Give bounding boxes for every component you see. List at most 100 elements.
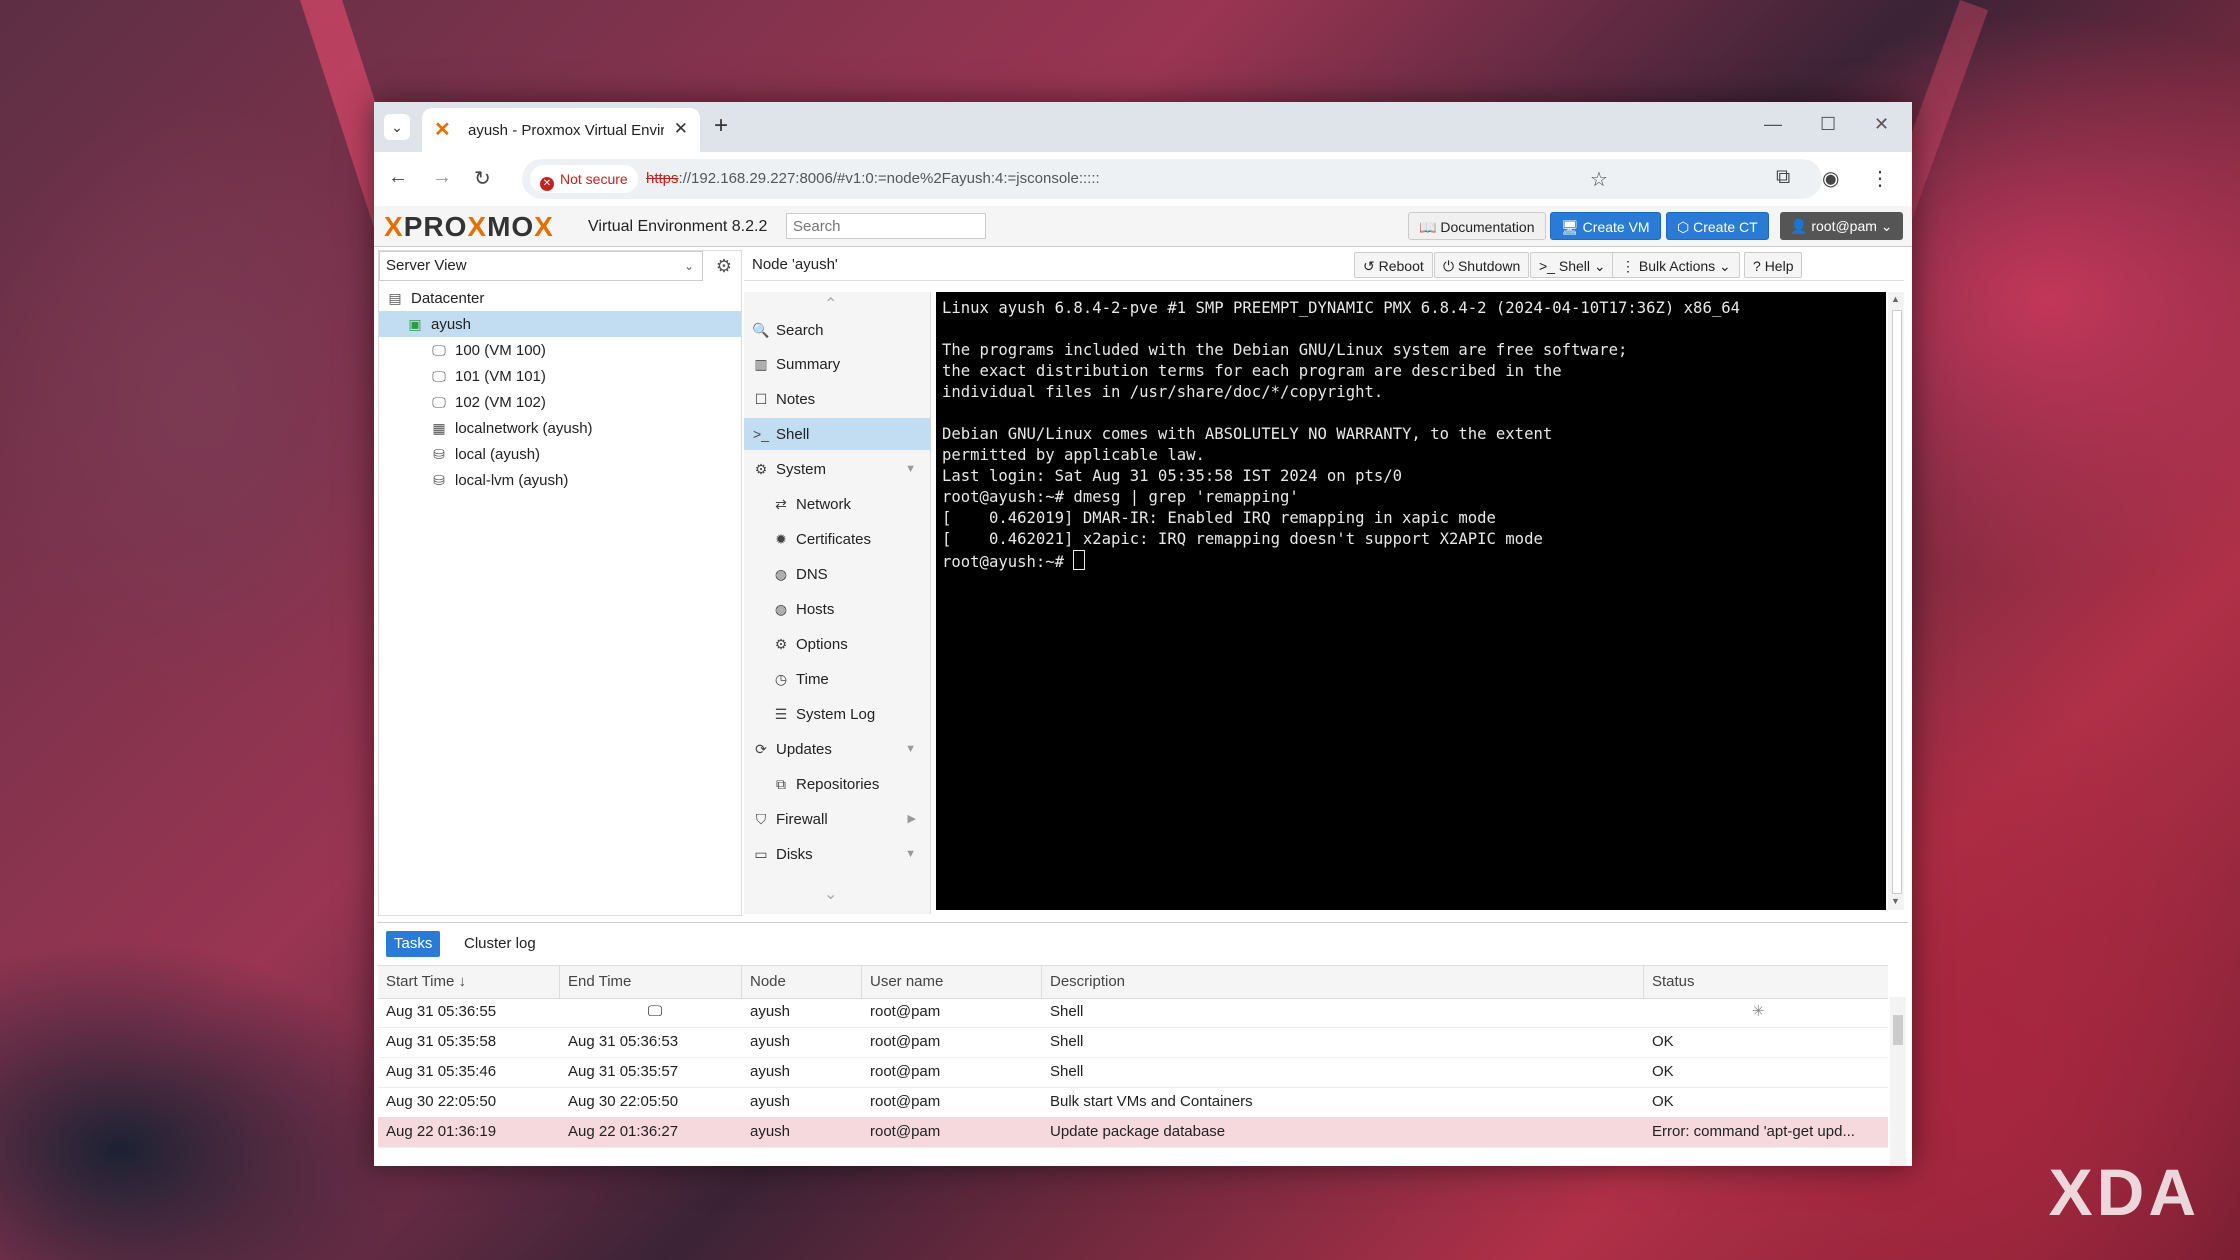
create-ct-button[interactable]: ⬡ Create CT	[1666, 212, 1769, 240]
gear-icon: ⚙	[774, 636, 788, 652]
cell-user: root@pam	[870, 1123, 941, 1140]
tree-item-vm[interactable]: 🖵 102 (VM 102)	[379, 389, 741, 415]
column-header[interactable]: End Time	[560, 966, 742, 998]
scroll-up-icon[interactable]: ⌃	[824, 294, 837, 314]
tree-item-node[interactable]: ▣ ayush	[379, 311, 741, 337]
network-grid-icon: ▦	[432, 420, 446, 436]
menu-item-network[interactable]: ⇄ Network	[744, 488, 930, 520]
column-header[interactable]: User name	[862, 966, 1042, 998]
terminal-icon: >_	[753, 426, 769, 442]
user-menu-button[interactable]: 👤 root@pam ⌄	[1780, 212, 1903, 240]
tree-item-datacenter[interactable]: ▤ Datacenter	[379, 285, 741, 311]
tree-item-storage[interactable]: ⛁ local-lvm (ayush)	[379, 467, 741, 493]
gear-icon[interactable]: ⚙	[709, 251, 739, 281]
scroll-down-icon[interactable]: ⌄	[824, 884, 837, 904]
tasks-scrollbar[interactable]	[1890, 997, 1906, 1166]
tab-search-button[interactable]: ⌄	[384, 114, 410, 140]
column-header[interactable]: Start Time ↓	[378, 966, 560, 998]
menu-item-system-log[interactable]: ☰ System Log	[744, 698, 930, 730]
browser-tab[interactable]: ✕ ayush - Proxmox Virtual Environment ✕	[422, 108, 700, 152]
menu-item-disks[interactable]: ▭ Disks ▼	[744, 838, 930, 870]
xda-watermark: XDA	[2048, 1155, 2200, 1229]
not-secure-icon: ✕	[540, 177, 554, 191]
reload-icon[interactable]: ↻	[474, 166, 491, 191]
shell-button[interactable]: >_ Shell ⌄	[1530, 252, 1615, 278]
tree-item-network[interactable]: ▦ localnetwork (ayush)	[379, 415, 741, 441]
shield-icon: ⛉	[755, 811, 767, 827]
table-row[interactable]: Aug 30 22:05:50 Aug 30 22:05:50 ayush ro…	[378, 1087, 1888, 1118]
help-button[interactable]: ? Help	[1744, 252, 1803, 278]
cell-end: Aug 31 05:35:57	[568, 1063, 679, 1080]
url-rest: ://192.168.29.227:8006/#v1:0:=node%2Fayu…	[678, 170, 1100, 187]
extensions-icon[interactable]: ⧉	[1776, 166, 1790, 189]
menu-item-summary[interactable]: ▥ Summary	[744, 348, 930, 380]
terminal-line: Linux ayush 6.8.4-2-pve #1 SMP PREEMPT_D…	[942, 299, 1740, 317]
tree-item-storage[interactable]: ⛁ local (ayush)	[379, 441, 741, 467]
table-row[interactable]: Aug 22 01:36:19 Aug 22 01:36:27 ayush ro…	[378, 1117, 1888, 1148]
bulk-actions-button[interactable]: ⋮ Bulk Actions ⌄	[1612, 252, 1740, 278]
scrollbar-thumb[interactable]	[1893, 1015, 1903, 1045]
column-header[interactable]: Status	[1644, 966, 1888, 998]
column-header[interactable]: Description	[1042, 966, 1644, 998]
cell-status: OK	[1652, 1063, 1674, 1080]
security-chip[interactable]: ✕ Not secure	[530, 165, 638, 193]
cell-desc: Shell	[1050, 1033, 1084, 1050]
tasks-panel: Tasks Cluster log Start Time ↓ End Time …	[378, 922, 1908, 1166]
address-bar[interactable]: ✕ Not secure https://192.168.29.227:8006/…	[522, 159, 1822, 199]
tree-item-vm[interactable]: 🖵 100 (VM 100)	[379, 337, 741, 363]
new-tab-button[interactable]: +	[714, 112, 728, 140]
terminal-scrollbar[interactable]: ▲ ▼	[1888, 292, 1904, 910]
shell-terminal[interactable]: Linux ayush 6.8.4-2-pve #1 SMP PREEMPT_D…	[936, 292, 1886, 910]
menu-item-updates[interactable]: ⟳ Updates ▼	[744, 733, 930, 765]
menu-item-time[interactable]: ◷ Time	[744, 663, 930, 695]
proxmox-favicon-icon: ✕	[434, 119, 451, 141]
cell-end: Aug 30 22:05:50	[568, 1093, 679, 1110]
view-selector[interactable]: Server View ⌄	[379, 251, 703, 281]
browser-menu-icon[interactable]: ⋮	[1870, 166, 1890, 191]
tree-item-vm[interactable]: 🖵 101 (VM 101)	[379, 363, 741, 389]
terminal-line: [ 0.462021] x2apic: IRQ remapping doesn'…	[942, 530, 1543, 548]
menu-item-shell[interactable]: >_ Shell	[744, 418, 930, 450]
forward-icon[interactable]: →	[432, 166, 452, 189]
menu-item-certificates[interactable]: ✹ Certificates	[744, 523, 930, 555]
cell-status: OK	[1652, 1033, 1674, 1050]
table-row[interactable]: Aug 31 05:36:55 🖵 ayush root@pam Shell ✳	[378, 997, 1888, 1028]
clock-icon: ◷	[774, 671, 788, 687]
documentation-button[interactable]: 📖 Documentation	[1408, 212, 1546, 240]
storage-icon: ⛁	[433, 446, 445, 462]
scrollbar-thumb[interactable]	[1892, 310, 1902, 894]
terminal-line: Last login: Sat Aug 31 05:35:58 IST 2024…	[942, 467, 1403, 485]
table-row[interactable]: Aug 31 05:35:58 Aug 31 05:36:53 ayush ro…	[378, 1027, 1888, 1058]
close-icon[interactable]: ✕	[674, 119, 688, 139]
menu-item-firewall[interactable]: ⛉ Firewall ▶	[744, 803, 930, 835]
maximize-icon[interactable]: ☐	[1820, 114, 1836, 135]
minimize-icon[interactable]: —	[1764, 114, 1782, 135]
column-header[interactable]: Node	[742, 966, 862, 998]
scroll-down-icon[interactable]: ▼	[1891, 896, 1900, 906]
scroll-up-icon[interactable]: ▲	[1891, 294, 1900, 304]
tab-cluster-log[interactable]: Cluster log	[456, 931, 544, 957]
menu-item-system[interactable]: ⚙ System ▼	[744, 453, 930, 485]
spinner-icon: ✳	[1752, 1003, 1765, 1020]
tab-tasks[interactable]: Tasks	[386, 931, 441, 957]
reboot-button[interactable]: ↺ Reboot	[1354, 252, 1433, 278]
menu-item-hosts[interactable]: ◍ Hosts	[744, 593, 930, 625]
shutdown-button[interactable]: ⏻ Shutdown	[1434, 252, 1530, 278]
menu-item-options[interactable]: ⚙ Options	[744, 628, 930, 660]
profile-avatar[interactable]: ◉	[1822, 166, 1839, 191]
menu-item-dns[interactable]: ◍ DNS	[744, 558, 930, 590]
cell-start: Aug 31 05:35:58	[386, 1033, 497, 1050]
table-row[interactable]: Aug 31 05:35:46 Aug 31 05:35:57 ayush ro…	[378, 1057, 1888, 1088]
cell-start: Aug 31 05:36:55	[386, 1003, 497, 1020]
bookmark-star-icon[interactable]: ☆	[1590, 167, 1608, 192]
window-close-icon[interactable]: ✕	[1874, 114, 1889, 135]
cell-status: Error: command 'apt-get upd...	[1652, 1123, 1855, 1140]
menu-item-search[interactable]: 🔍 Search	[744, 314, 930, 346]
create-vm-button[interactable]: 🖥 Create VM	[1550, 212, 1661, 240]
summary-icon: ▥	[754, 356, 768, 372]
menu-item-repositories[interactable]: ⧉ Repositories	[744, 768, 930, 800]
cell-end: Aug 22 01:36:27	[568, 1123, 679, 1140]
pve-search-input[interactable]	[786, 213, 986, 239]
menu-item-notes[interactable]: ☐ Notes	[744, 383, 930, 415]
back-icon[interactable]: ←	[388, 166, 408, 189]
